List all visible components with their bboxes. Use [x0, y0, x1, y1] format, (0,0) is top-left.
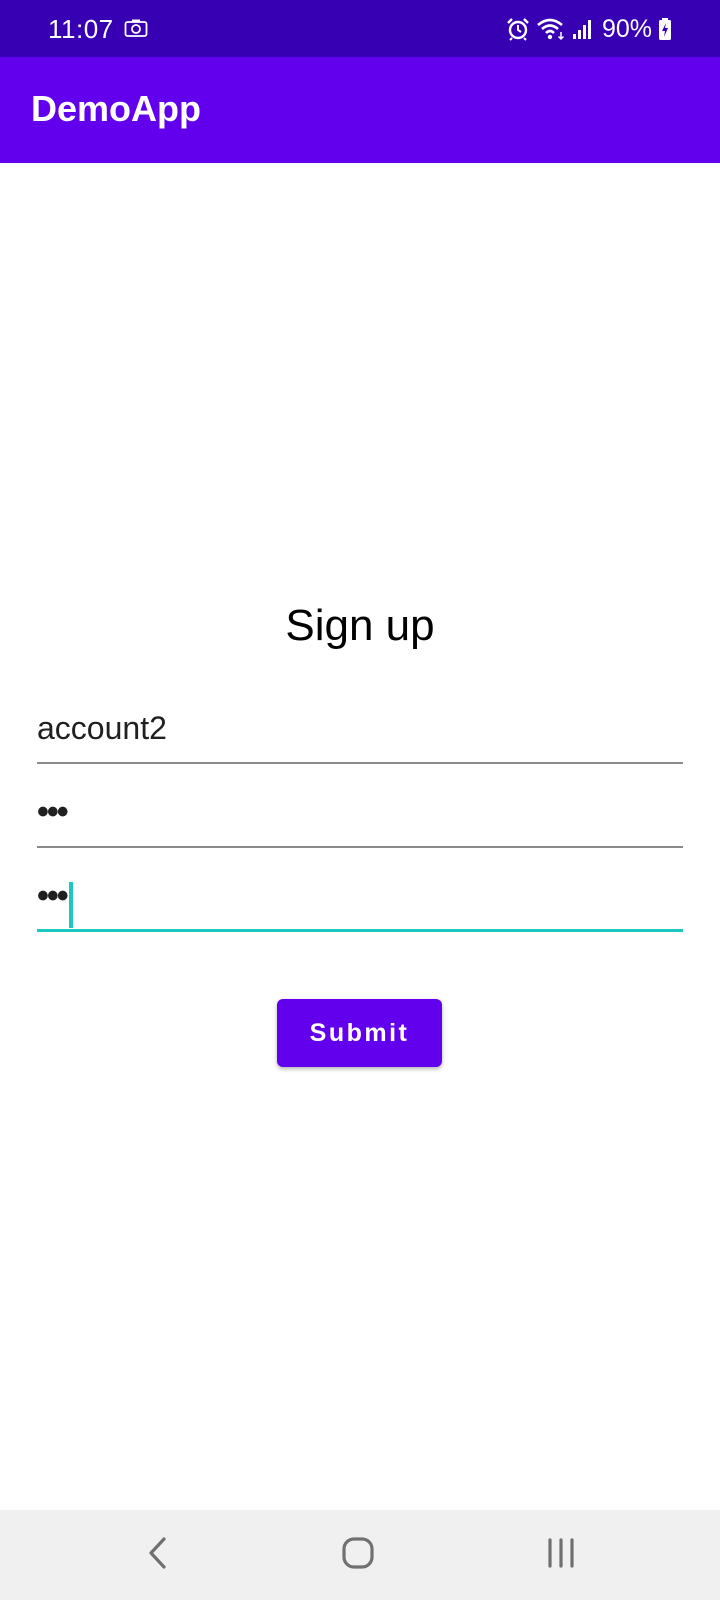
- signal-icon: [572, 17, 594, 41]
- navigation-bar: [0, 1510, 720, 1600]
- password-value: •••: [37, 793, 69, 831]
- status-icons: 90%: [506, 13, 672, 45]
- battery-charging-icon: [658, 17, 672, 41]
- home-button[interactable]: [328, 1530, 388, 1580]
- status-bar: 11:07 90%: [0, 0, 720, 57]
- wifi-icon: [536, 17, 566, 41]
- recents-button[interactable]: [531, 1530, 591, 1580]
- back-icon: [146, 1536, 170, 1575]
- sign-up-screen: 11:07 90% DemoApp Sign up account2 ••• •…: [0, 0, 720, 1600]
- form-title: Sign up: [285, 601, 435, 650]
- app-bar: DemoApp: [0, 57, 720, 163]
- battery-level: 90%: [601, 15, 652, 43]
- username-field[interactable]: account2: [37, 700, 683, 764]
- submit-button[interactable]: Submit: [277, 999, 442, 1067]
- username-value: account2: [37, 710, 167, 746]
- password-field[interactable]: •••: [37, 784, 683, 848]
- text-cursor: [69, 882, 73, 928]
- alarm-icon: [506, 17, 530, 41]
- app-title: DemoApp: [31, 88, 201, 129]
- recents-icon: [546, 1537, 576, 1573]
- confirm-password-field[interactable]: •••: [37, 868, 683, 932]
- confirm-password-value: •••: [37, 877, 69, 915]
- status-time: 11:07: [48, 14, 114, 44]
- camera-icon: [124, 18, 148, 38]
- home-icon: [341, 1536, 375, 1575]
- back-button[interactable]: [128, 1530, 188, 1580]
